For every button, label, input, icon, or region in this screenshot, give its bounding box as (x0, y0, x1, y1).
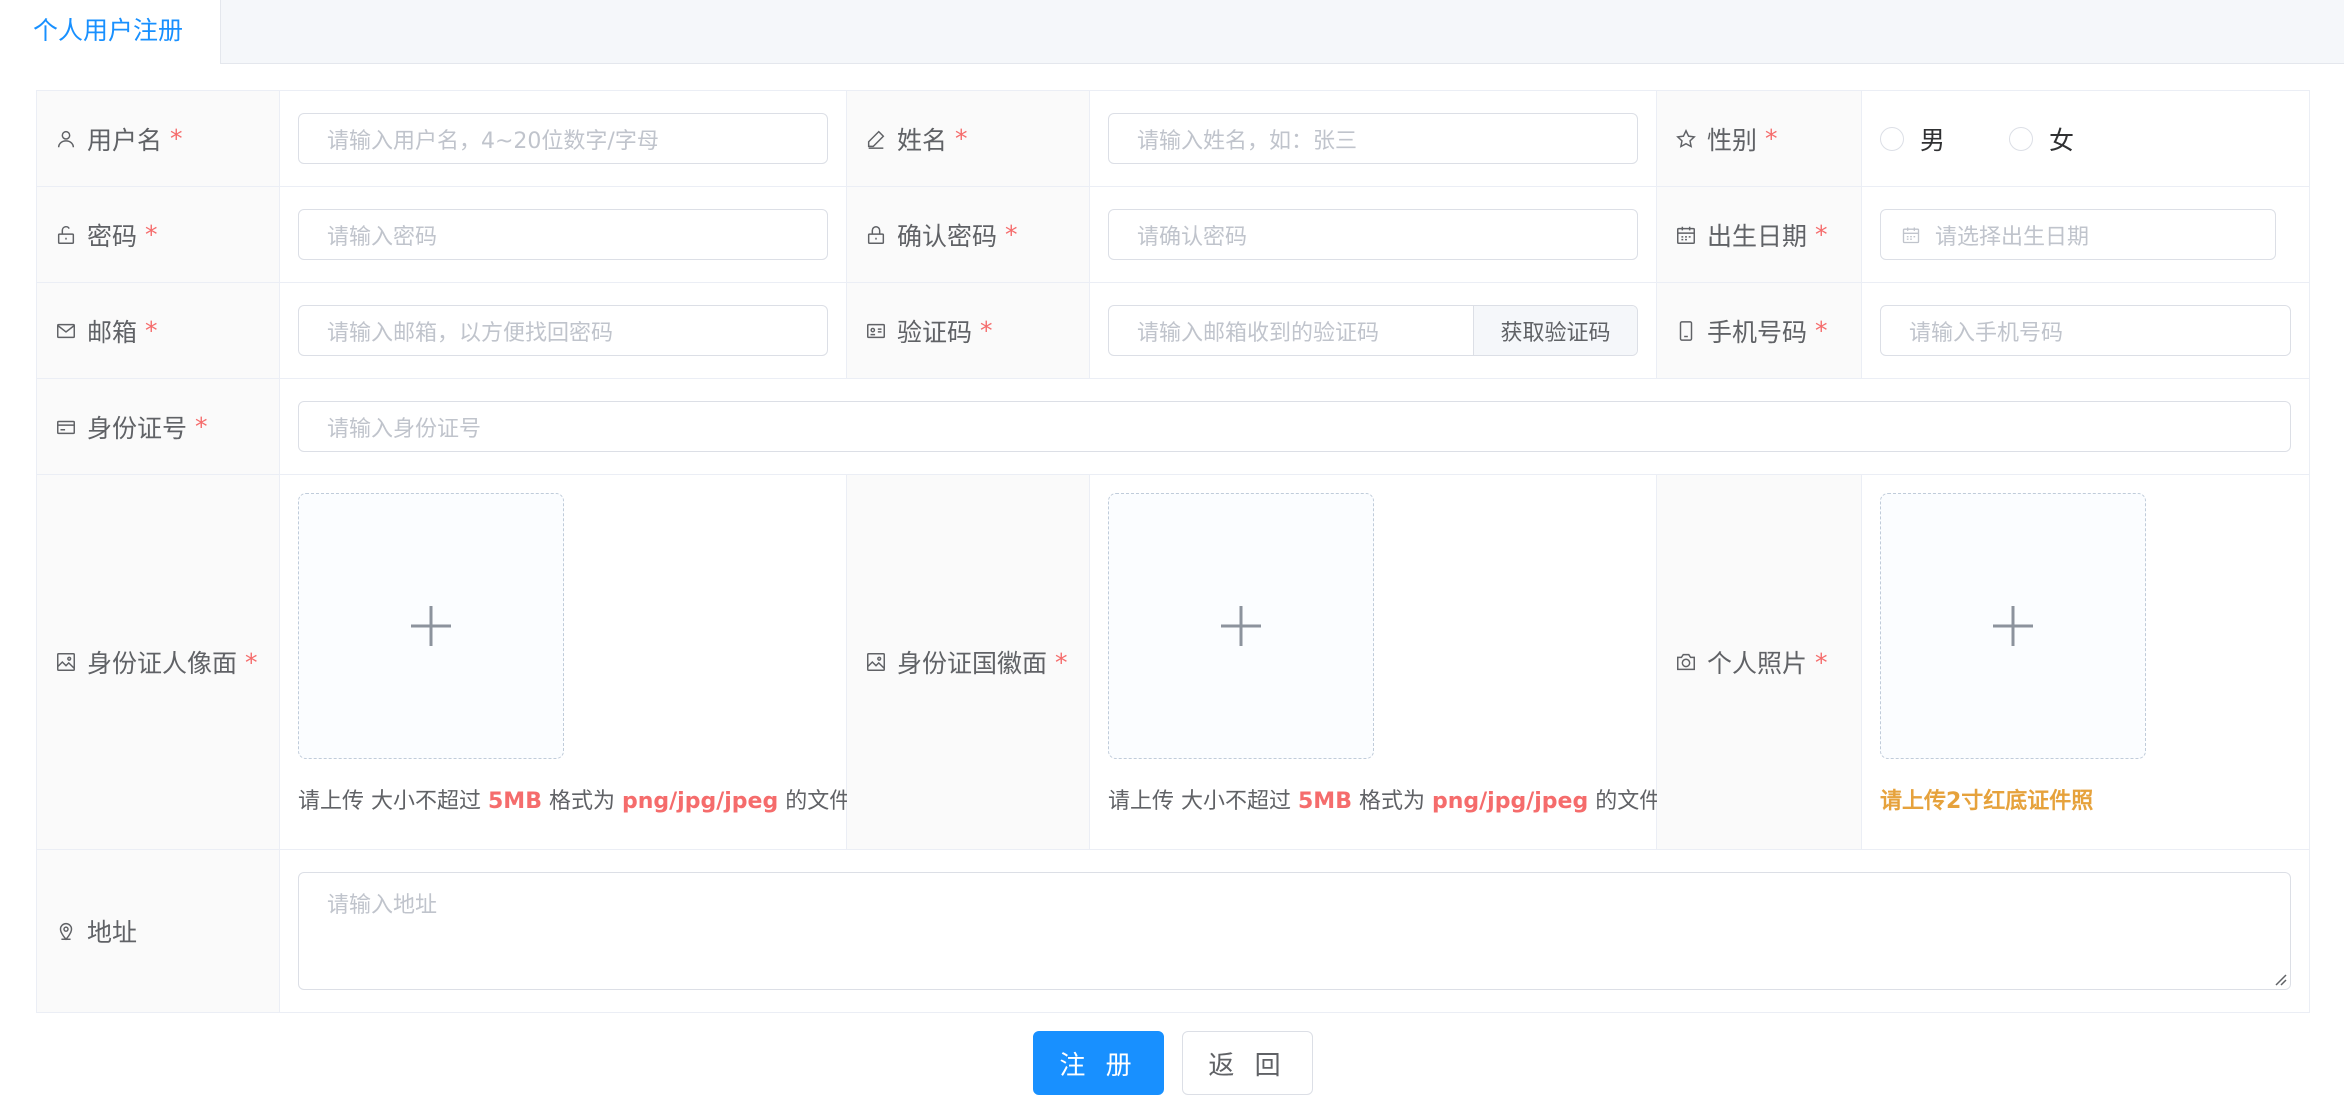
tab-bar: 个人用户注册 (0, 0, 2344, 64)
plus-icon (1221, 606, 1261, 646)
plus-icon (1993, 606, 2033, 646)
name-input[interactable]: 请输入姓名，如：张三 (1108, 113, 1638, 164)
birthdate-picker[interactable]: 请选择出生日期 (1880, 209, 2276, 260)
birthdate-label: 出生日期 * (1657, 187, 1862, 282)
id-card-icon (867, 323, 885, 338)
register-form: 用户名 * 请输入用户名，4~20位数字/字母 姓名 * 请输入姓名，如：张三 性别… (36, 90, 2310, 1013)
mail-icon (57, 323, 75, 338)
gender-radio-female[interactable]: 女 (2009, 121, 2074, 157)
code-label: 验证码 * (847, 283, 1090, 378)
username-label: 用户名 * (37, 91, 280, 186)
address-label: 地址 (37, 850, 280, 1012)
plus-icon (411, 606, 451, 646)
photo-tip: 请上传2寸红底证件照 (1880, 789, 2094, 814)
get-code-button[interactable]: 获取验证码 (1473, 306, 1637, 355)
form-row-2: 密码 * 请输入密码 确认密码 * 请确认密码 出生日期 * 请选择出生日期 (37, 187, 2309, 283)
code-input-group: 请输入邮箱收到的验证码 获取验证码 (1108, 305, 1638, 356)
password-label: 密码 * (37, 187, 280, 282)
unlock-icon (57, 225, 75, 244)
radio-circle[interactable] (2009, 126, 2034, 151)
idnum-input[interactable]: 请输入身份证号 (298, 401, 2291, 452)
calendar-icon (1902, 227, 1920, 243)
register-button[interactable]: 注 册 (1033, 1031, 1164, 1095)
resize-grip-icon[interactable] (2273, 972, 2287, 986)
calendar-icon (1677, 226, 1695, 244)
star-icon (1676, 128, 1696, 148)
phone-label: 手机号码 * (1657, 283, 1862, 378)
idnum-label: 身份证号 * (37, 379, 280, 474)
address-textarea[interactable]: 请输入地址 (298, 872, 2291, 990)
username-input[interactable]: 请输入用户名，4~20位数字/字母 (298, 113, 828, 164)
upload-tip: 请上传 大小不超过 5MB 格式为 png/jpg/jpeg 的文件 (1108, 789, 1662, 814)
id-front-label: 身份证人像面 * (37, 475, 280, 849)
phone-input[interactable]: 请输入手机号码 (1880, 305, 2291, 356)
picture-icon (867, 653, 885, 671)
id-front-upload[interactable] (298, 493, 564, 759)
email-label: 邮箱 * (37, 283, 280, 378)
location-icon (59, 923, 73, 941)
password-input[interactable]: 请输入密码 (298, 209, 828, 260)
form-row-address: 地址 请输入地址 (37, 850, 2309, 1012)
confirm-password-input[interactable]: 请确认密码 (1108, 209, 1638, 260)
user-icon (57, 130, 75, 147)
back-button[interactable]: 返 回 (1182, 1031, 1313, 1095)
picture-icon (57, 653, 75, 671)
radio-circle[interactable] (1880, 126, 1904, 151)
form-row-1: 用户名 * 请输入用户名，4~20位数字/字母 姓名 * 请输入姓名，如：张三 性别… (37, 91, 2309, 187)
form-row-3: 邮箱 * 请输入邮箱，以方便找回密码 验证码 * 请输入邮箱收到的验证码 获取验证码… (37, 283, 2309, 379)
gender-label: 性别 * (1657, 91, 1862, 186)
tab-personal-register[interactable]: 个人用户注册 (0, 0, 221, 64)
code-input[interactable]: 请输入邮箱收到的验证码 (1109, 306, 1473, 355)
photo-upload[interactable] (1880, 493, 2146, 759)
lock-icon (867, 225, 885, 244)
camera-icon (1677, 653, 1695, 671)
name-label: 姓名 * (847, 91, 1090, 186)
confirm-password-label: 确认密码 * (847, 187, 1090, 282)
mobile-phone-icon (1679, 320, 1693, 341)
gender-radio-male[interactable]: 男 (1880, 121, 1945, 157)
form-row-4: 身份证号 * 请输入身份证号 (37, 379, 2309, 475)
email-input[interactable]: 请输入邮箱，以方便找回密码 (298, 305, 828, 356)
photo-label: 个人照片 * (1657, 475, 1862, 849)
id-back-label: 身份证国徽面 * (847, 475, 1090, 849)
form-row-uploads: 身份证人像面 * 请上传 大小不超过 5MB 格式为 png/jpg/jpeg 的… (37, 475, 2309, 850)
id-back-upload[interactable] (1108, 493, 1374, 759)
credit-card-icon (57, 420, 75, 434)
edit-pen-icon (867, 130, 885, 149)
upload-tip: 请上传 大小不超过 5MB 格式为 png/jpg/jpeg 的文件 (298, 789, 852, 814)
